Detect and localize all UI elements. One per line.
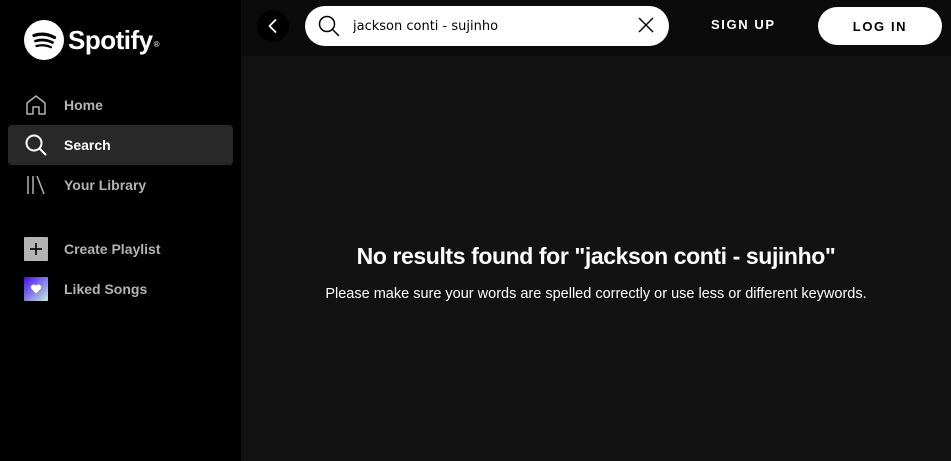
sidebar-item-label: Create Playlist [64,241,161,257]
brand-name: Spotify [68,24,153,55]
plus-icon [24,237,48,261]
main-nav: Home Search Your Library [8,85,233,205]
sidebar-item-label: Home [64,97,103,113]
create-playlist-button[interactable]: Create Playlist [8,229,233,269]
search-icon [318,15,340,37]
brand-reg-mark: ® [153,39,160,49]
sidebar: Spotify ® Home Search Your Library Creat… [0,0,241,461]
chevron-left-icon [268,19,277,33]
sign-up-button[interactable]: SIGN UP [711,17,776,32]
playlist-nav: Create Playlist Liked Songs [8,229,233,309]
heart-icon [24,277,48,301]
back-button[interactable] [257,10,289,42]
search-input[interactable] [353,6,623,46]
sidebar-item-label: Liked Songs [64,281,148,297]
no-results-title: No results found for "jackson conti - su… [356,243,836,269]
no-results-hint: Please make sure your words are spelled … [325,286,867,302]
top-bar: SIGN UP LOG IN [241,0,951,56]
sidebar-item-label: Search [64,137,111,153]
sidebar-item-home[interactable]: Home [8,85,233,125]
sidebar-item-label: Your Library [64,177,147,193]
spotify-logo-icon [24,20,64,60]
spotify-logo[interactable]: Spotify ® [24,20,160,60]
log-in-button[interactable]: LOG IN [818,7,942,45]
main-content: No results found for "jackson conti - su… [241,56,951,461]
liked-songs-button[interactable]: Liked Songs [8,269,233,309]
search-icon [24,133,48,157]
library-icon [24,173,48,197]
close-icon[interactable] [637,16,655,34]
search-bar[interactable] [305,6,669,46]
home-icon [24,93,48,117]
sidebar-item-search[interactable]: Search [8,125,233,165]
sidebar-item-your-library[interactable]: Your Library [8,165,233,205]
